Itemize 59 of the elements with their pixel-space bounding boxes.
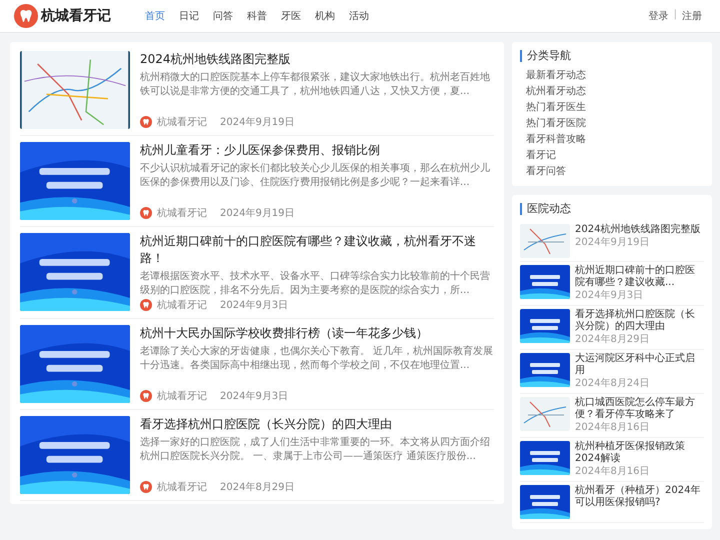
section-title: 医院动态: [520, 203, 704, 215]
news-title[interactable]: 2024杭州地铁线路图完整版: [575, 224, 704, 236]
tooth-avatar-icon: [140, 481, 152, 493]
article-title[interactable]: 杭州儿童看牙：少儿医保参保费用、报销比例: [140, 142, 494, 159]
news-title[interactable]: 杭州近期口碑前十的口腔医院有哪些？建议收藏...: [575, 265, 704, 289]
section-title: 分类导航: [520, 50, 704, 62]
nav-link[interactable]: 日记: [179, 9, 199, 23]
article-excerpt: 选择一家好的口腔医院，成了人们生活中非常重要的一环。本文将从四方面介绍杭州口腔医院长兴分院。 一、隶属于上市公司——通策医疗 通策医疗股份...: [140, 436, 491, 464]
category-link[interactable]: 杭州看牙动态: [520, 84, 704, 100]
nav-link[interactable]: 首页: [145, 9, 165, 23]
tooth-logo-icon: [14, 4, 38, 28]
news-title[interactable]: 杭口城西医院怎么停车最方便？看牙停车攻略来了: [575, 397, 704, 421]
tooth-avatar-icon: [140, 207, 152, 219]
post-date: 2024年9月19日: [220, 207, 295, 220]
news-date: 2024年8月24日: [575, 378, 651, 390]
author-name[interactable]: 杭城看牙记: [157, 115, 207, 129]
tooth-avatar-icon: [140, 299, 152, 311]
article-title[interactable]: 看牙选择杭州口腔医院（长兴分院）的四大理由: [140, 416, 494, 433]
register-link[interactable]: 注册: [682, 9, 702, 23]
nav-link[interactable]: 牙医: [281, 9, 301, 23]
nav-link[interactable]: 问答: [213, 9, 233, 23]
article-title[interactable]: 杭州近期口碑前十的口腔医院有哪些？建议收藏，杭州看牙不迷路！: [140, 233, 494, 267]
category-link[interactable]: 最新看牙动态: [520, 68, 704, 84]
author-name[interactable]: 杭城看牙记: [157, 480, 207, 494]
news-date: 2024年9月3日: [575, 290, 644, 302]
category-link[interactable]: 看牙问答: [520, 164, 704, 180]
site-title[interactable]: 杭城看牙记: [41, 7, 111, 25]
category-link[interactable]: 看牙科普攻略: [520, 132, 704, 148]
post-date: 2024年8月29日: [220, 481, 295, 494]
post-date: 2024年9月3日: [220, 299, 288, 312]
nav-link[interactable]: 机构: [315, 9, 335, 23]
news-date: 2024年9月19日: [575, 237, 651, 249]
article-excerpt: 老谭除了关心大家的牙齿健康，也偶尔关心下教育。 近几年，杭州国际教育发展十分迅速。各类国际高中相继出现，然而每个学校之间，不仅在地理位置...: [140, 345, 494, 373]
news-title[interactable]: 大运河院区牙科中心正式启用: [575, 353, 704, 377]
news-title[interactable]: 杭州看牙（种植牙）2024年可以用医保报销吗?: [575, 485, 704, 509]
news-date: 2024年8月29日: [575, 334, 651, 346]
article-excerpt: 老谭根据医资水平、技术水平、设备水平、口碑等综合实力比较靠前的十个民营级别的口腔医院，排名不分先后。因为主要考察的是医院的综合实力，所...: [140, 270, 491, 298]
author-name[interactable]: 杭城看牙记: [157, 298, 207, 312]
news-date: 2024年8月16日: [575, 422, 651, 434]
tooth-avatar-icon: [140, 390, 152, 402]
news-date: 2024年8月16日: [575, 466, 651, 478]
category-link[interactable]: 热门看牙医生: [520, 100, 704, 116]
login-link[interactable]: 登录: [648, 9, 669, 23]
article-excerpt: 杭州稍微大的口腔医院基本上停车都很紧张，建议大家地铁出行。杭州老百姓地铁可以说是非常方便的交通工具了，杭州地铁四通八达，又快又方便，夏...: [140, 71, 491, 99]
author-name[interactable]: 杭城看牙记: [157, 206, 207, 220]
article-title[interactable]: 2024杭州地铁线路图完整版: [140, 51, 494, 68]
post-date: 2024年9月3日: [220, 390, 288, 403]
article-title[interactable]: 杭州十大民办国际学校收费排行榜（读一年花多少钱）: [140, 325, 494, 342]
tooth-avatar-icon: [140, 116, 152, 128]
category-link[interactable]: 看牙记: [520, 148, 704, 164]
news-title[interactable]: 杭州种植牙医保报销政策2024解读: [575, 441, 704, 465]
category-link[interactable]: 热门看牙医院: [520, 116, 704, 132]
post-date: 2024年9月19日: [220, 116, 295, 129]
article-excerpt: 不少认识杭城看牙记的家长们都比较关心少儿医保的相关事项，那么在杭州少儿医保的参保费用以及门诊、住院医疗费用报销比例是多少呢？一起来看详...: [140, 162, 491, 190]
author-name[interactable]: 杭城看牙记: [157, 389, 207, 403]
separator: |: [674, 9, 677, 22]
nav-link[interactable]: 科普: [247, 9, 267, 23]
nav-link[interactable]: 活动: [349, 9, 369, 23]
news-title[interactable]: 看牙选择杭州口腔医院（长兴分院）的四大理由: [575, 309, 704, 333]
